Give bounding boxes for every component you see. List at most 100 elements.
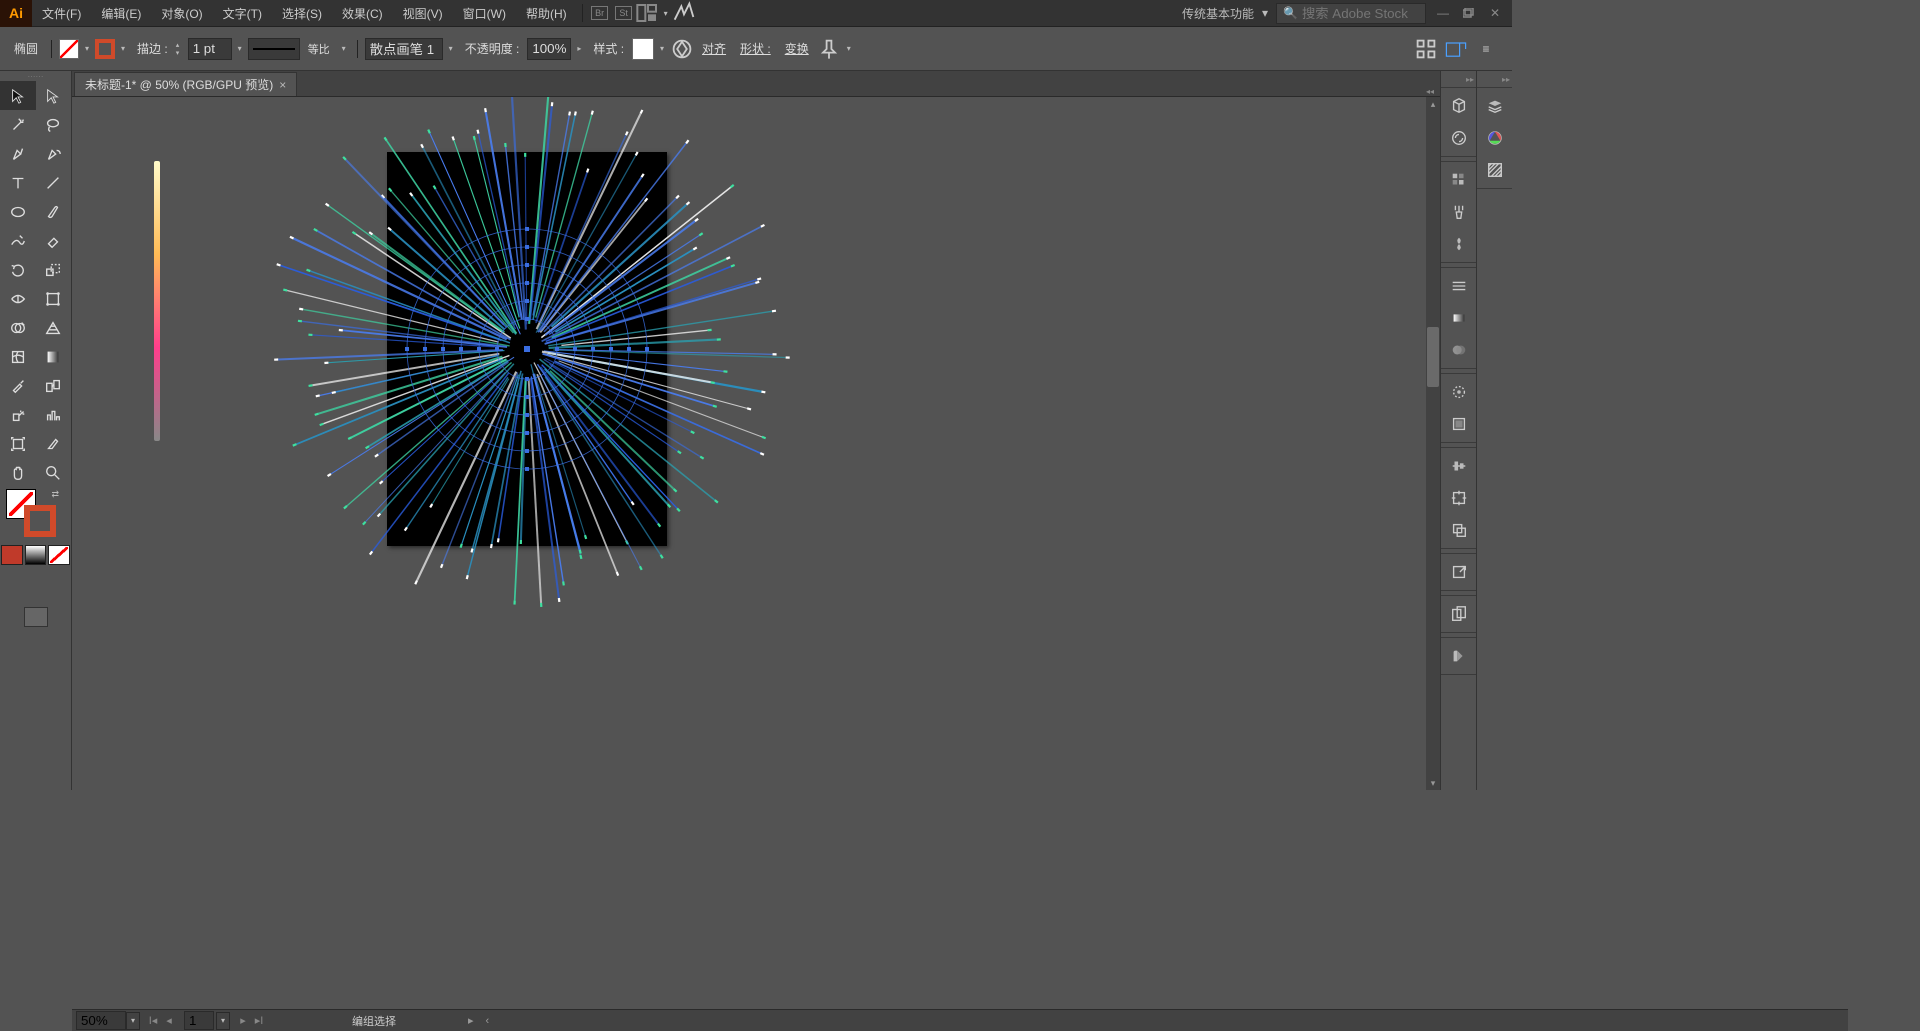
restore-button[interactable] (1458, 4, 1480, 22)
asset-export-panel-icon[interactable] (1441, 556, 1476, 588)
collapse-icon[interactable]: ▸▸ (1477, 75, 1512, 87)
line-tool[interactable] (36, 168, 72, 197)
brush-dropdown[interactable]: ▾ (445, 39, 457, 59)
gradient-panel-icon[interactable] (1441, 302, 1476, 334)
panel-menu-icon[interactable]: ≡ (1474, 37, 1498, 61)
vertical-scrollbar[interactable]: ▴ ▾ (1426, 97, 1440, 790)
magic-wand-tool[interactable] (0, 110, 36, 139)
fill-swatch[interactable] (59, 39, 79, 59)
menu-object[interactable]: 对象(O) (151, 0, 212, 27)
collapse-icon[interactable]: ▸▸ (1441, 75, 1476, 87)
last-artboard-icon[interactable]: ▸I (252, 1014, 266, 1027)
pen-tool[interactable] (0, 139, 36, 168)
stock-search-input[interactable] (1302, 6, 1420, 21)
stepper-down[interactable]: ▾ (176, 49, 186, 57)
stroke-swatch[interactable] (95, 39, 115, 59)
stroke-dropdown[interactable]: ▾ (117, 39, 129, 59)
recolor-icon[interactable] (670, 37, 694, 61)
zoom-tool[interactable] (36, 458, 72, 487)
type-tool[interactable] (0, 168, 36, 197)
pathfinder-panel-icon[interactable] (1441, 514, 1476, 546)
stroke-panel-icon[interactable] (1441, 270, 1476, 302)
canvas[interactable]: ▴ ▾ (72, 97, 1440, 790)
direct-selection-tool[interactable] (36, 81, 72, 110)
properties-panel-icon[interactable] (1477, 154, 1512, 186)
document-tab[interactable]: 未标题-1* @ 50% (RGB/GPU 预览) × (74, 72, 297, 96)
close-tab-icon[interactable]: × (279, 78, 286, 92)
brush-input[interactable] (365, 38, 443, 60)
perspective-grid-tool[interactable] (36, 313, 72, 342)
fill-stroke-box[interactable]: ⇄ (0, 487, 71, 545)
artboard-number-input[interactable] (184, 1011, 214, 1030)
arrange-icon[interactable] (636, 1, 660, 25)
arrange-dropdown[interactable]: ▾ (660, 3, 672, 23)
scrollbar-thumb[interactable] (1427, 327, 1439, 387)
transform-link[interactable]: 变换 (779, 40, 815, 57)
menu-type[interactable]: 文字(T) (213, 0, 272, 27)
fill-dropdown[interactable]: ▾ (81, 39, 93, 59)
transparency-panel-icon[interactable] (1441, 334, 1476, 366)
bridge-icon[interactable]: Br (588, 1, 612, 25)
panel-grip[interactable]: ⋯⋯ (0, 71, 71, 81)
appearance-panel-icon[interactable] (1441, 376, 1476, 408)
style-swatch[interactable] (632, 38, 654, 60)
pin-icon[interactable] (817, 37, 841, 61)
tab-collapse-icon[interactable]: ◂◂ (1420, 87, 1440, 96)
scroll-up-icon[interactable]: ▴ (1426, 97, 1440, 111)
transform-panel-icon[interactable] (1441, 482, 1476, 514)
gpu-icon[interactable] (672, 1, 696, 25)
ellipse-tool[interactable] (0, 197, 36, 226)
menu-view[interactable]: 视图(V) (393, 0, 453, 27)
graphic-styles-panel-icon[interactable] (1441, 408, 1476, 440)
minimize-button[interactable]: — (1432, 4, 1454, 22)
stroke-square[interactable] (24, 505, 56, 537)
status-chevron-icon[interactable]: ‹ (486, 1015, 490, 1027)
menu-effect[interactable]: 效果(C) (332, 0, 393, 27)
stepper-up[interactable]: ▴ (176, 41, 186, 49)
prev-artboard-icon[interactable]: ◂ (162, 1014, 176, 1027)
eyedropper-tool[interactable] (0, 371, 36, 400)
libraries-panel-icon[interactable] (1441, 90, 1476, 122)
menu-file[interactable]: 文件(F) (32, 0, 91, 27)
shape-builder-tool[interactable] (0, 313, 36, 342)
hand-tool[interactable] (0, 458, 36, 487)
isolate-icon[interactable] (1414, 37, 1438, 61)
stroke-profile-preview[interactable] (248, 38, 300, 60)
status-play-icon[interactable]: ▸ (468, 1014, 474, 1027)
menu-window[interactable]: 窗口(W) (453, 0, 516, 27)
menu-help[interactable]: 帮助(H) (516, 0, 577, 27)
selection-tool[interactable] (0, 81, 36, 110)
curvature-tool[interactable] (36, 139, 72, 168)
swap-fill-stroke-icon[interactable]: ⇄ (51, 489, 59, 500)
zoom-dropdown[interactable]: ▾ (126, 1012, 140, 1030)
scale-tool[interactable] (36, 255, 72, 284)
screen-mode[interactable] (24, 607, 48, 627)
artboards-panel-icon[interactable] (1441, 598, 1476, 630)
slice-tool[interactable] (36, 429, 72, 458)
rotate-tool[interactable] (0, 255, 36, 284)
brushes-panel-icon[interactable] (1441, 196, 1476, 228)
first-artboard-icon[interactable]: I◂ (146, 1014, 160, 1027)
paintbrush-tool[interactable] (36, 197, 72, 226)
shaper-tool[interactable] (0, 226, 36, 255)
close-button[interactable]: ✕ (1484, 4, 1506, 22)
pin-dropdown[interactable]: ▾ (843, 39, 855, 59)
mesh-tool[interactable] (0, 342, 36, 371)
color-panel-icon[interactable] (1477, 122, 1512, 154)
edit-contents-icon[interactable] (1444, 37, 1468, 61)
color-mode[interactable] (1, 545, 23, 565)
stock-icon[interactable]: St (612, 1, 636, 25)
zoom-input[interactable] (76, 1011, 126, 1030)
gradient-tool[interactable] (36, 342, 72, 371)
next-artboard-icon[interactable]: ▸ (236, 1014, 250, 1027)
layers-panel-icon[interactable] (1477, 90, 1512, 122)
shape-link[interactable]: 形状 : (734, 40, 777, 57)
style-dropdown[interactable]: ▾ (656, 39, 668, 59)
profile-dropdown[interactable]: ▾ (338, 39, 350, 59)
artboard-dropdown[interactable]: ▾ (216, 1012, 230, 1030)
lasso-tool[interactable] (36, 110, 72, 139)
none-mode[interactable] (48, 545, 70, 565)
workspace-switcher[interactable]: 传统基本功能 ▾ (1174, 5, 1276, 22)
menu-select[interactable]: 选择(S) (272, 0, 332, 27)
gradient-mode[interactable] (25, 545, 47, 565)
